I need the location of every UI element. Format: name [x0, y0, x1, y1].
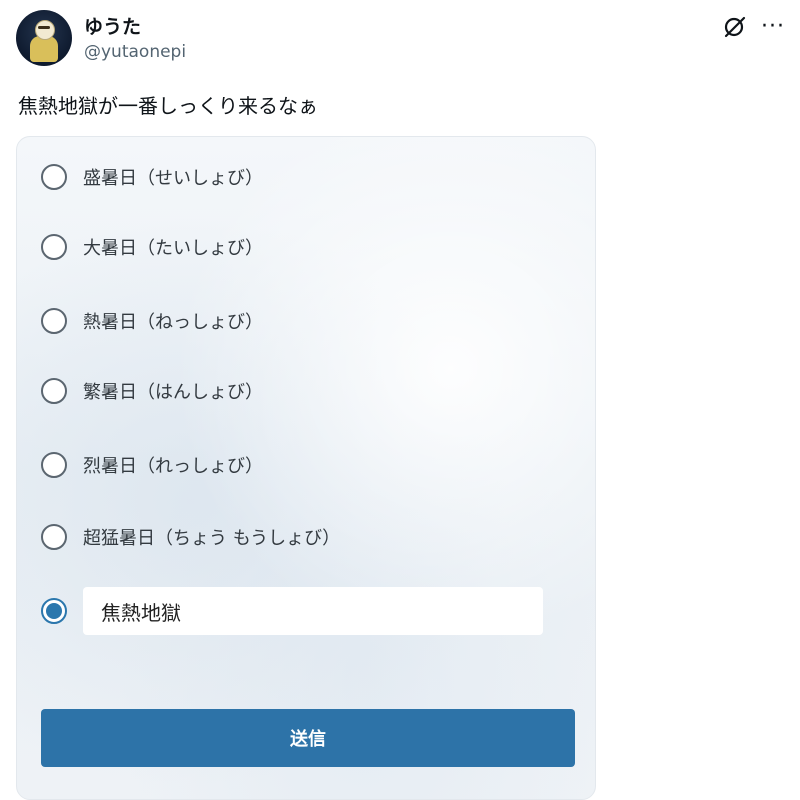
radio-button[interactable] — [41, 378, 67, 404]
poll-option-label: 盛暑日（せいしょび） — [83, 168, 263, 189]
user-display-name[interactable]: ゆうた — [84, 12, 141, 39]
tweet-text: 焦熱地獄が一番しっくり来るなぁ — [18, 94, 318, 118]
radio-selected-dot — [46, 603, 62, 619]
user-handle[interactable]: @yutaonepi — [84, 42, 186, 62]
avatar[interactable] — [16, 10, 72, 66]
poll-option-label: 烈暑日（れっしょび） — [83, 456, 263, 477]
avatar-figure-face — [38, 26, 50, 29]
radio-button[interactable] — [41, 524, 67, 550]
grok-icon-svg — [724, 16, 746, 38]
poll-card: 盛暑日（せいしょび） 大暑日（たいしょび） 熱暑日（ねっしょび） 繁暑日（はんし… — [16, 136, 596, 800]
radio-button[interactable] — [41, 164, 67, 190]
poll-option-6[interactable]: 超猛暑日（ちょう もうしょび） — [41, 517, 340, 557]
poll-option-custom[interactable] — [41, 583, 561, 639]
submit-button[interactable]: 送信 — [41, 709, 575, 767]
radio-button[interactable] — [41, 308, 67, 334]
poll-option-5[interactable]: 烈暑日（れっしょび） — [41, 445, 263, 485]
poll-option-1[interactable]: 盛暑日（せいしょび） — [41, 157, 263, 197]
radio-button[interactable] — [41, 452, 67, 478]
avatar-figure-head — [35, 20, 55, 40]
grok-icon[interactable] — [722, 14, 748, 40]
custom-option-input[interactable] — [83, 587, 543, 635]
poll-option-label: 熱暑日（ねっしょび） — [83, 312, 263, 333]
poll-option-label: 超猛暑日（ちょう もうしょび） — [83, 528, 341, 549]
poll-option-4[interactable]: 繁暑日（はんしょび） — [41, 371, 263, 411]
radio-button[interactable] — [41, 234, 67, 260]
poll-option-label: 繁暑日（はんしょび） — [83, 382, 263, 403]
radio-button-selected[interactable] — [41, 598, 67, 624]
poll-option-3[interactable]: 熱暑日（ねっしょび） — [41, 301, 263, 341]
poll-option-label: 大暑日（たいしょび） — [83, 238, 263, 259]
more-horizontal-icon[interactable]: ··· — [758, 12, 788, 42]
poll-option-2[interactable]: 大暑日（たいしょび） — [41, 227, 263, 267]
